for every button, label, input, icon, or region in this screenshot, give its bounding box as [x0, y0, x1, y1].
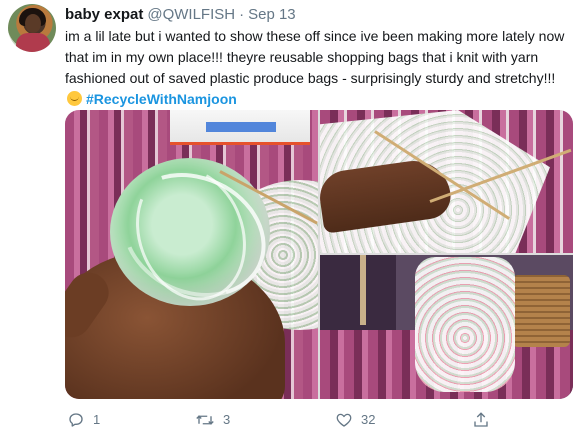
photo-yarn-ball[interactable]: [65, 110, 318, 399]
mesh-bag: [415, 257, 515, 392]
reply-icon: [69, 413, 83, 427]
display-name[interactable]: baby expat: [65, 6, 143, 23]
tweet-header: baby expat @QWILFISH · Sep 13: [65, 6, 296, 24]
share-button[interactable]: [472, 410, 490, 430]
tweet-card[interactable]: baby expat @QWILFISH · Sep 13 im a lil late…: [0, 0, 581, 441]
media-grid: [65, 110, 573, 399]
retweet-count: 3: [223, 412, 231, 427]
tweet-text: im a lil late but i wanted to show these…: [65, 26, 565, 110]
photo-mesh-bag[interactable]: [320, 255, 573, 399]
separator-dot: ·: [239, 6, 245, 23]
like-button[interactable]: 32: [335, 410, 375, 430]
tweet-actions: 1 3 32: [65, 410, 565, 430]
hashtag-link[interactable]: #RecycleWithNamjoon: [86, 91, 237, 107]
photo-knitting-needles[interactable]: [320, 110, 573, 253]
retweet-icon: [196, 415, 214, 425]
yarn-strand: [360, 255, 366, 325]
plastic-packet: [170, 110, 310, 145]
like-count: 32: [361, 412, 376, 427]
tweet-date[interactable]: Sep 13: [248, 6, 296, 23]
heart-icon: [336, 413, 352, 427]
yarn-ball: [110, 158, 270, 306]
avatar-shirt: [16, 33, 50, 52]
avatar-face: [25, 14, 41, 33]
tweet-body: im a lil late but i wanted to show these…: [65, 28, 565, 86]
user-handle[interactable]: @QWILFISH: [147, 6, 235, 23]
reply-count: 1: [93, 412, 101, 427]
reply-button[interactable]: 1: [67, 410, 100, 430]
share-icon: [474, 412, 488, 427]
wicker-basket: [512, 275, 570, 347]
hugging-face-icon: [67, 91, 82, 106]
avatar[interactable]: [8, 4, 56, 52]
retweet-button[interactable]: 3: [195, 410, 230, 430]
